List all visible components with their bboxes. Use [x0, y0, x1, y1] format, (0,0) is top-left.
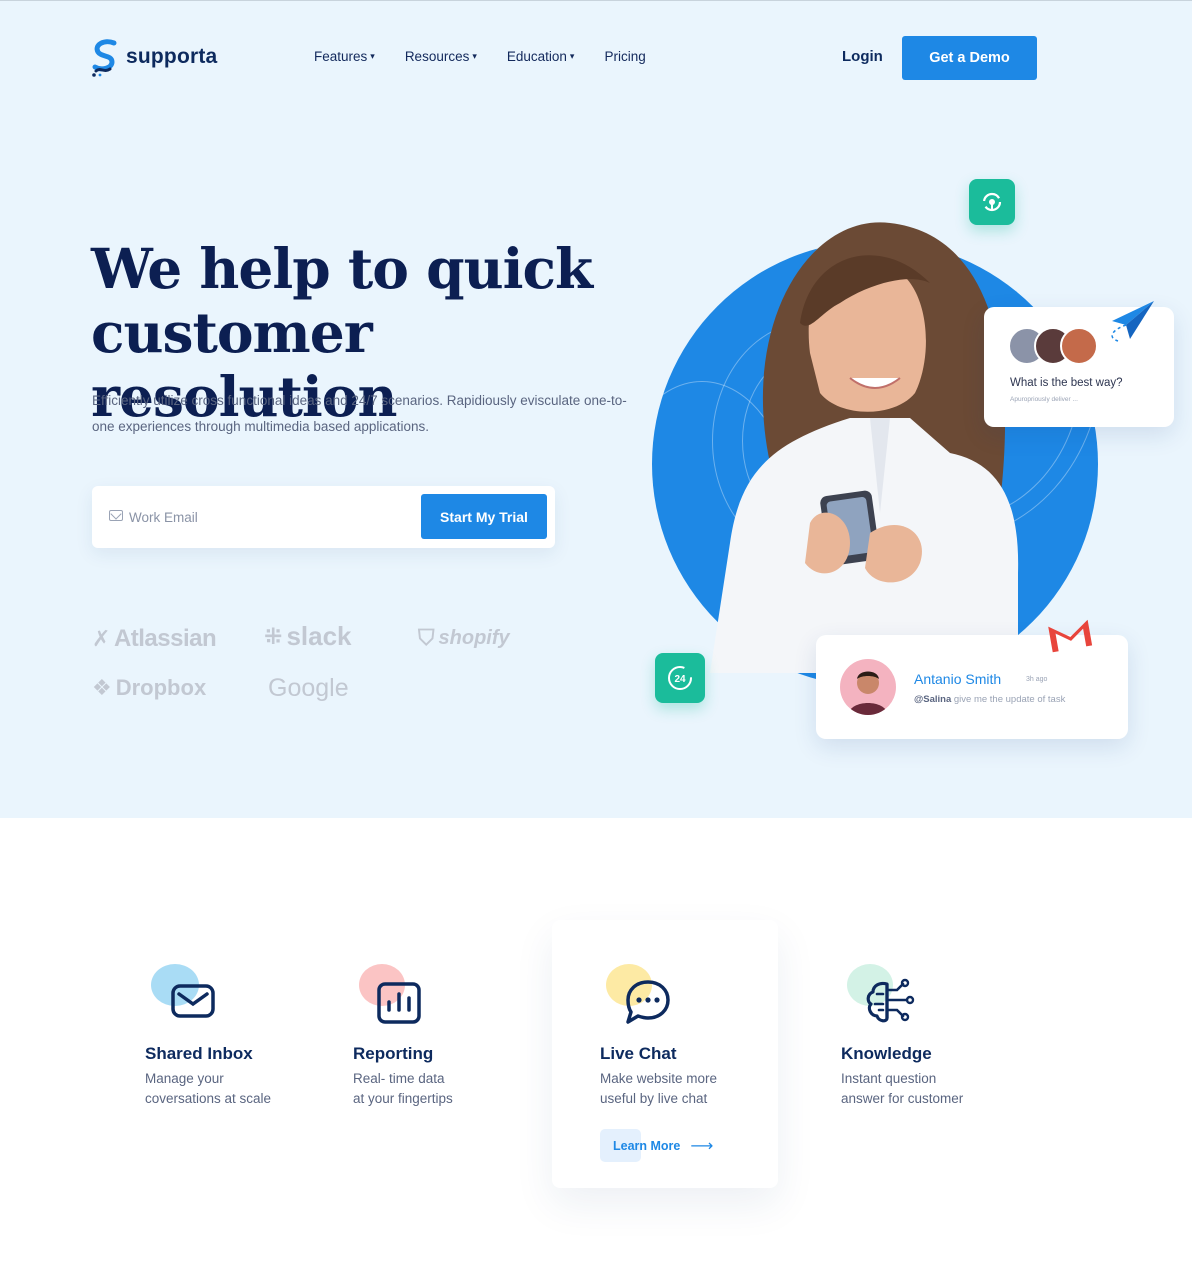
brand-name: shopify — [438, 626, 510, 649]
learn-more-label: Learn More — [613, 1138, 681, 1153]
question-subtitle: Apuropriously deliver ... — [1010, 396, 1078, 403]
headset-icon — [982, 192, 1002, 212]
woman-with-phone-illustration — [710, 222, 1019, 673]
mail-icon — [171, 984, 215, 1018]
feature-description: Instant question answer for customer — [841, 1071, 964, 1106]
chevron-down-icon: ▾ — [370, 51, 375, 61]
brand-name: slack — [286, 621, 352, 651]
brand-logo-dropbox: ❖ Dropbox — [92, 675, 206, 701]
paper-plane-icon — [1111, 301, 1154, 342]
bar-chart-icon — [377, 982, 421, 1024]
avatar — [1060, 327, 1098, 365]
hero-title-line-1: We help to quick — [91, 236, 593, 301]
message-time: 3h ago — [1026, 676, 1048, 683]
arrow-right-icon: ⟶ — [690, 1137, 714, 1155]
man-avatar-icon — [848, 671, 888, 715]
login-link[interactable]: Login — [842, 48, 883, 65]
hero-section: supporta Features ▾ Resources ▾ Educatio… — [0, 0, 1192, 818]
work-email-input[interactable] — [129, 506, 409, 528]
nav-item-pricing[interactable]: Pricing — [604, 49, 645, 64]
feature-description: Make website more useful by live chat — [600, 1071, 718, 1106]
logo[interactable]: supporta — [90, 37, 217, 77]
dropbox-icon: ❖ — [92, 675, 112, 700]
atlassian-icon: ✗ — [92, 626, 110, 651]
hero-subtitle: Efficiently utilize cross functional ide… — [92, 393, 627, 434]
nav-item-label: Resources — [404, 49, 470, 64]
brand-logo-google: Google — [268, 674, 349, 703]
nav-item-features[interactable]: Features ▾ — [314, 49, 375, 64]
message-author: Antanio Smith — [914, 671, 1002, 687]
brand-name: Dropbox — [115, 675, 207, 700]
trial-form: Start My Trial — [92, 486, 555, 548]
feature-description: Real- time data at your fingertips — [353, 1071, 453, 1106]
feature-description: Manage your coversations at scale — [145, 1071, 272, 1106]
gmail-icon — [1048, 619, 1093, 653]
brain-circuit-icon — [866, 978, 915, 1023]
avatar — [840, 659, 896, 715]
nav-item-education[interactable]: Education ▾ — [507, 49, 575, 64]
nav-item-resources[interactable]: Resources ▾ — [405, 49, 477, 64]
brand-logo-slack: ⁜ slack — [264, 621, 352, 652]
start-trial-button[interactable]: Start My Trial — [421, 494, 547, 539]
nav-item-label: Education — [506, 49, 567, 64]
message-text: @Salina give me the update of task — [914, 694, 1065, 705]
feature-title: Shared Inbox — [145, 1044, 253, 1063]
logo-text: supporta — [126, 45, 218, 68]
feature-title: Live Chat — [600, 1044, 677, 1063]
message-mention: @Salina — [914, 694, 952, 705]
brand-logo-shopify: ⛉ shopify — [418, 625, 510, 651]
get-demo-button[interactable]: Get a Demo — [902, 36, 1037, 80]
brand-name: Atlassian — [113, 625, 217, 652]
feature-title: Reporting — [353, 1044, 434, 1063]
message-body: give me the update of task — [953, 694, 1066, 705]
chevron-down-icon: ▾ — [472, 51, 477, 61]
support-badge — [969, 179, 1015, 225]
feature-title: Knowledge — [841, 1044, 932, 1063]
support-24-badge: 24 — [655, 653, 705, 703]
chat-bubble-icon — [626, 980, 670, 1024]
shopping-bag-icon: ⛉ — [418, 625, 435, 650]
slack-icon: ⁜ — [264, 623, 283, 649]
nav-item-label: Pricing — [604, 49, 646, 64]
envelope-icon — [109, 510, 123, 521]
badge-24-text: 24 — [674, 674, 686, 685]
brand-logo-atlassian: ✗ Atlassian — [92, 625, 217, 653]
main-nav: Features ▾ Resources ▾ Education ▾ Prici… — [314, 49, 646, 64]
clock-24-icon: 24 — [668, 666, 692, 690]
question-title: What is the best way? — [1010, 377, 1123, 389]
logo-mark-icon — [92, 39, 117, 77]
chevron-down-icon: ▾ — [569, 51, 575, 61]
brand-name: Google — [268, 674, 349, 702]
learn-more-link[interactable]: Learn More ⟶ — [600, 1129, 713, 1162]
nav-item-label: Features — [314, 49, 368, 64]
